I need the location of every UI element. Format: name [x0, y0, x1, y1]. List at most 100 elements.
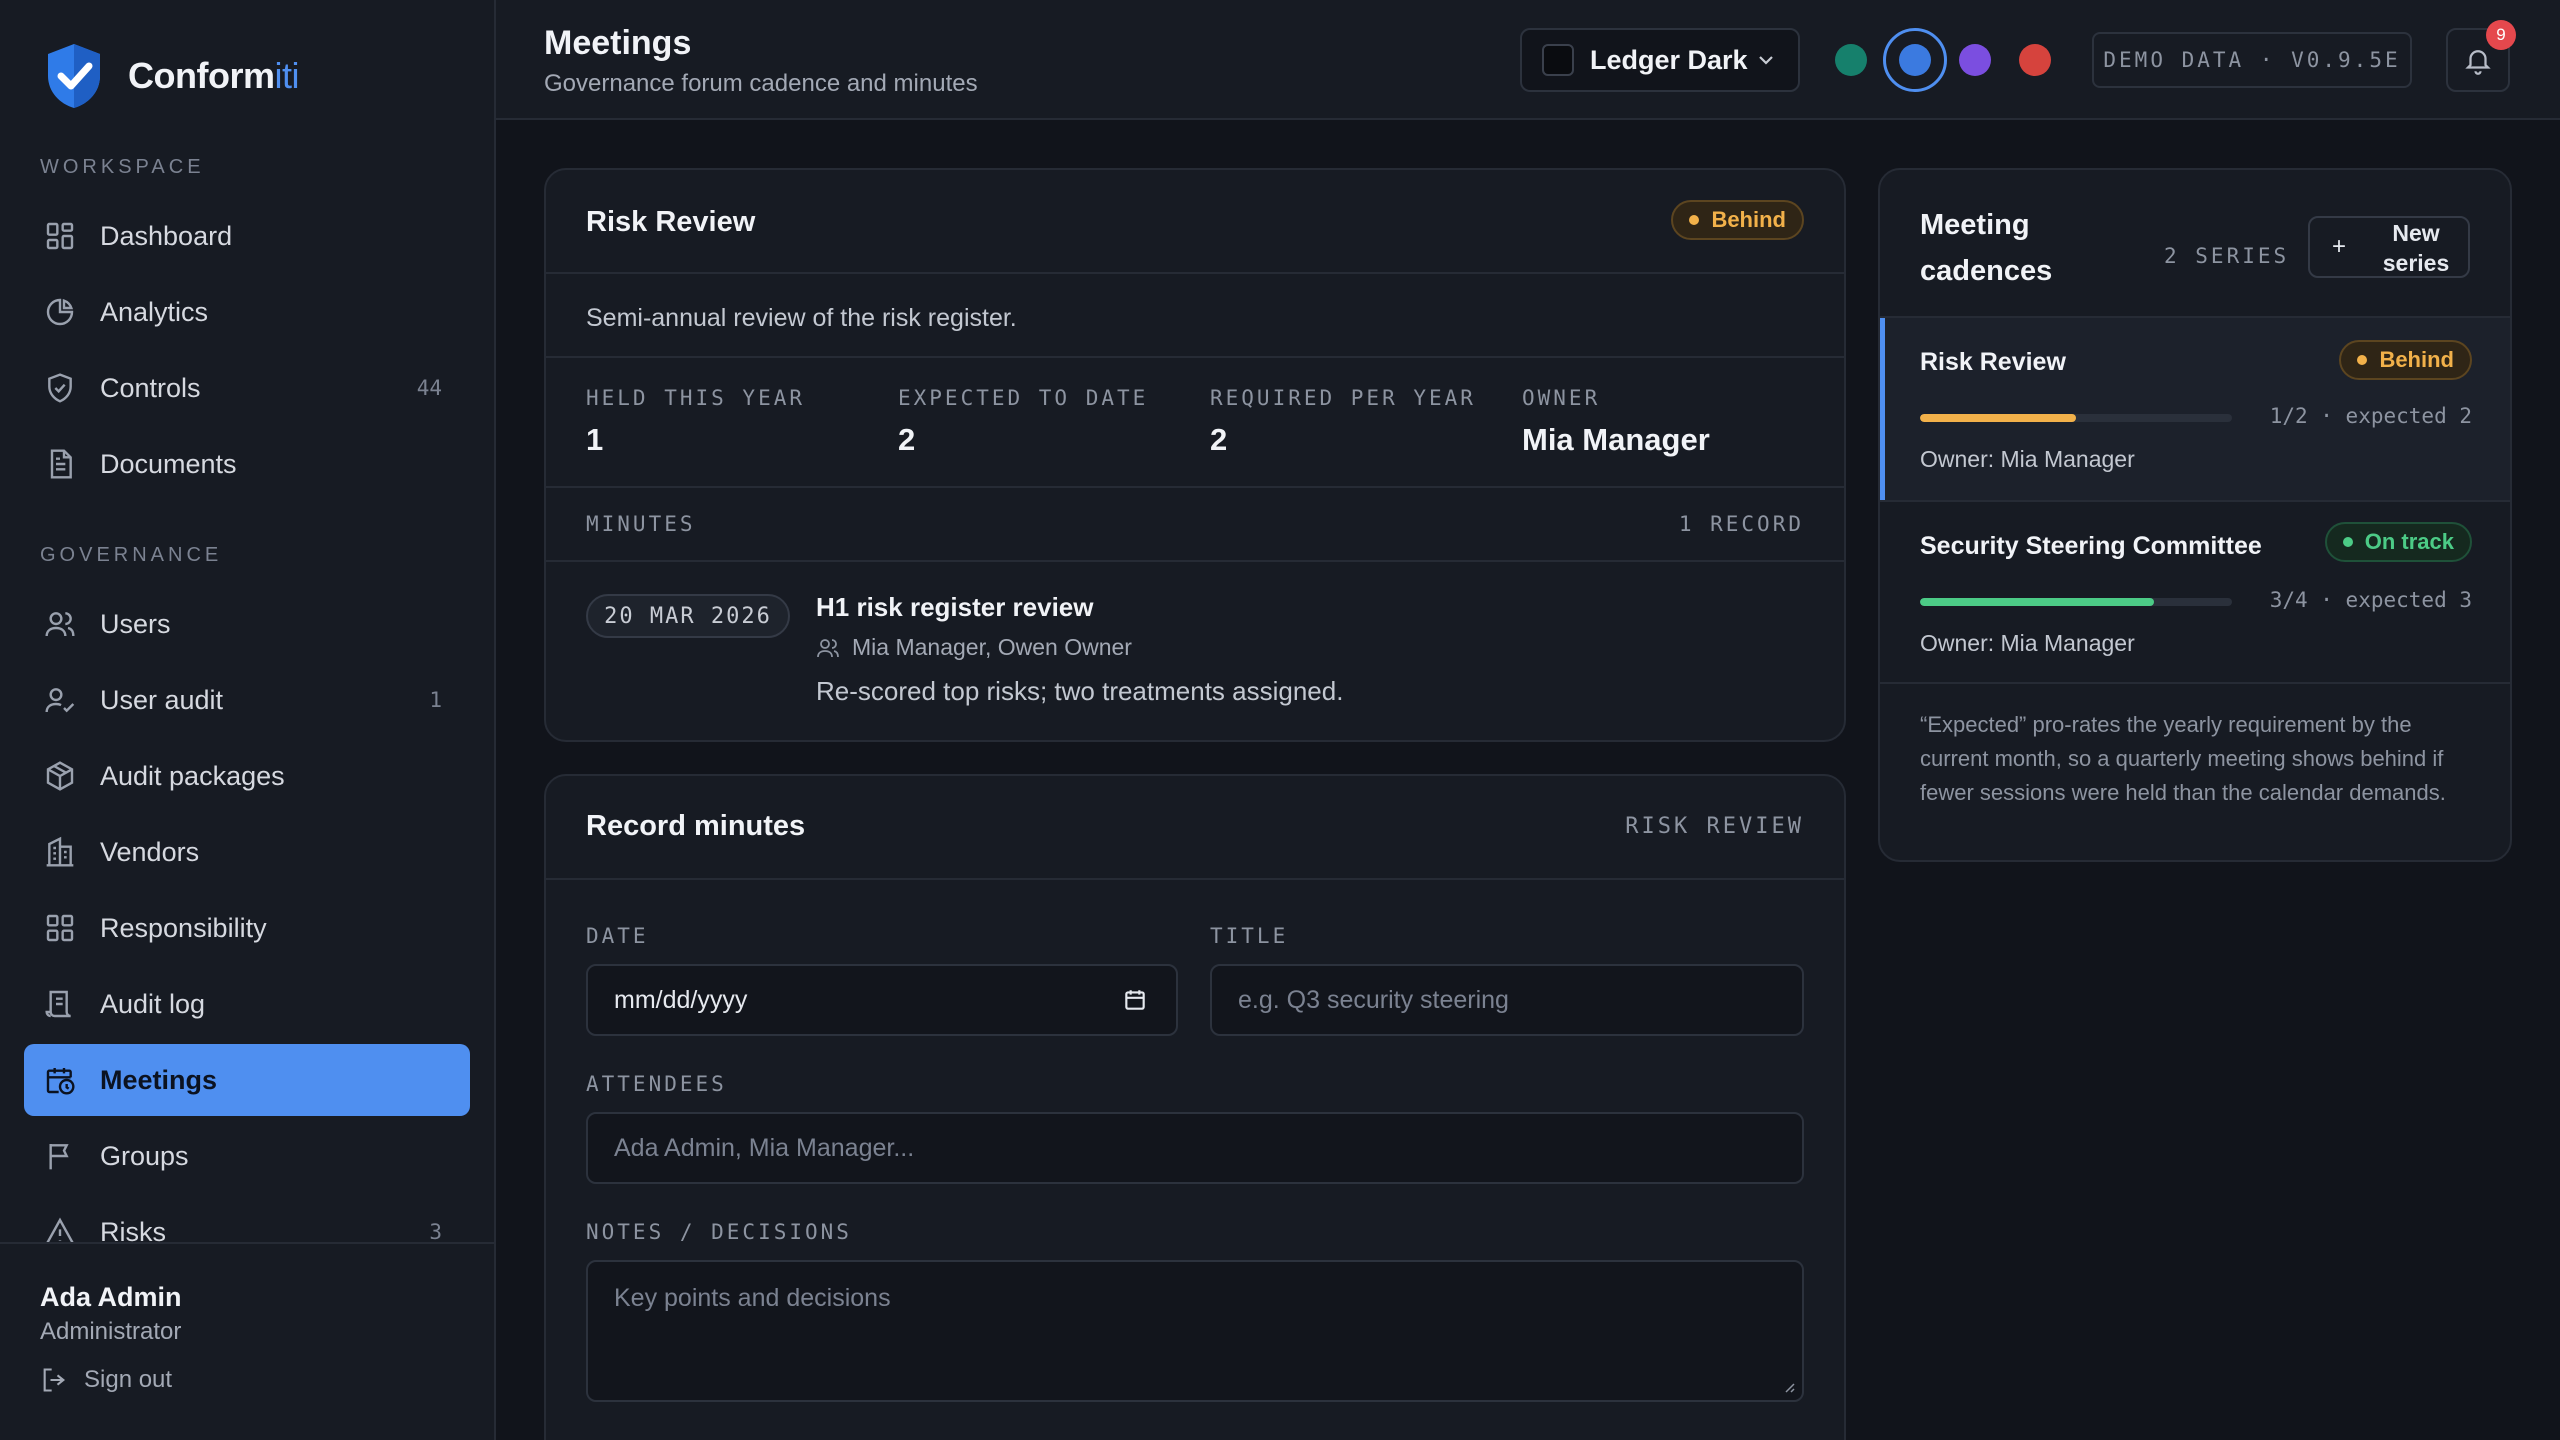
theme-swatch — [1542, 44, 1574, 76]
notifications-button[interactable]: 9 — [2446, 20, 2516, 92]
sidebar-item-user-audit[interactable]: User audit 1 — [24, 664, 470, 736]
divider — [1880, 682, 2510, 684]
resize-handle-icon[interactable] — [1780, 1378, 1796, 1394]
notes-textarea[interactable]: Key points and decisions — [586, 1260, 1804, 1402]
sign-out-icon — [43, 1368, 66, 1392]
users-icon — [817, 638, 839, 657]
new-series-button[interactable]: + New series — [2308, 216, 2470, 278]
user-audit-count-badge: 1 — [429, 688, 442, 712]
sidebar-item-label: Documents — [100, 448, 237, 479]
sidebar-item-vendors[interactable]: Vendors — [24, 816, 470, 888]
stat-owner-value: Mia Manager — [1522, 422, 1710, 457]
minutes-section-label: MINUTES — [586, 512, 696, 536]
title-placeholder: e.g. Q3 security steering — [1238, 985, 1509, 1014]
series-progress-bar — [1920, 598, 2232, 606]
plus-icon: + — [2332, 233, 2347, 260]
sidebar-item-documents[interactable]: Documents — [24, 428, 470, 500]
cadences-title: Meeting cadences — [1920, 209, 2053, 287]
brand-logo[interactable]: Conformiti — [44, 40, 299, 112]
sidebar-item-groups[interactable]: Groups — [24, 1120, 470, 1192]
sidebar-item-audit-packages[interactable]: Audit packages — [24, 740, 470, 812]
sidebar-item-controls[interactable]: Controls 44 — [24, 352, 470, 424]
status-label: Behind — [2379, 347, 2454, 372]
sidebar-item-label: Groups — [100, 1140, 189, 1171]
new-series-label: New series — [2382, 220, 2450, 276]
series-progress-text: 3/4 · expected 3 — [2269, 588, 2472, 612]
status-dot — [2357, 355, 2368, 365]
building-icon — [46, 836, 74, 867]
accent-color-red[interactable] — [2019, 44, 2051, 76]
divider — [546, 486, 1844, 488]
sign-out-label: Sign out — [84, 1366, 173, 1393]
sidebar-item-label: Dashboard — [100, 220, 233, 251]
sidebar: Conformiti WORKSPACE Dashboard Analytics… — [0, 0, 496, 1440]
status-badge: Behind — [2339, 340, 2472, 380]
notes-placeholder: Key points and decisions — [614, 1284, 891, 1312]
sidebar-item-meetings[interactable]: Meetings — [24, 1044, 470, 1116]
accent-color-purple[interactable] — [1959, 44, 1991, 76]
series-name: Security Steering Committee — [1920, 532, 2262, 560]
theme-select[interactable]: Ledger Dark — [1520, 28, 1800, 92]
sidebar-item-audit-log[interactable]: Audit log — [24, 968, 470, 1040]
record-minutes-form: Record minutes RISK REVIEW DATE mm/dd/yy… — [544, 774, 1846, 1440]
date-input-value: mm/dd/yyyy — [614, 985, 748, 1014]
theme-label: Ledger Dark — [1590, 44, 1748, 75]
flag-icon — [49, 1144, 69, 1170]
attendees-placeholder: Ada Admin, Mia Manager... — [614, 1133, 915, 1162]
package-icon — [46, 761, 74, 791]
attendees-label: ATTENDEES — [586, 1072, 727, 1096]
series-progress-fill — [1920, 598, 2154, 606]
sidebar-item-label: Meetings — [100, 1064, 218, 1095]
title-input[interactable]: e.g. Q3 security steering — [1210, 964, 1804, 1036]
divider — [546, 878, 1844, 880]
stat-held-label: HELD THIS YEAR — [586, 386, 806, 410]
shield-check-logo-icon — [48, 44, 100, 108]
series-name: Risk Review — [1920, 348, 2066, 376]
stat-expected-label: EXPECTED TO DATE — [898, 386, 1149, 410]
grid-icon — [46, 222, 74, 250]
series-item-security-steering[interactable]: Security Steering Committee On track 3/4… — [1880, 502, 2510, 684]
cadence-explanation-note: “Expected” pro-rates the yearly requirem… — [1920, 712, 2446, 805]
series-item-risk-review[interactable]: Risk Review Behind 1/2 · expected 2 Owne… — [1880, 318, 2510, 500]
date-input[interactable]: mm/dd/yyyy — [586, 964, 1178, 1036]
sidebar-item-analytics[interactable]: Analytics — [24, 276, 470, 348]
form-title: Record minutes — [586, 810, 806, 842]
sidebar-item-label: Audit log — [100, 988, 206, 1019]
sidebar-item-users[interactable]: Users — [24, 588, 470, 660]
sidebar-item-label: Analytics — [100, 296, 209, 327]
sidebar-item-label: Responsibility — [100, 912, 267, 943]
user-role: Administrator — [40, 1318, 182, 1345]
status-label: Behind — [1711, 207, 1786, 232]
controls-count-badge: 44 — [416, 376, 442, 400]
series-progress-bar — [1920, 414, 2232, 422]
attendees-input[interactable]: Ada Admin, Mia Manager... — [586, 1112, 1804, 1184]
notes-label: NOTES / DECISIONS — [586, 1220, 852, 1244]
top-bar: Meetings Governance forum cadence and mi… — [496, 0, 2560, 120]
minutes-attendees-text: Mia Manager, Owen Owner — [852, 634, 1132, 660]
divider — [546, 356, 1844, 358]
stat-owner-label: OWNER — [1522, 386, 1601, 410]
workspace-section-label: WORKSPACE — [40, 156, 205, 178]
calendar-icon[interactable] — [1122, 987, 1148, 1013]
sidebar-item-label: Users — [100, 608, 171, 639]
meeting-detail-card: Risk Review Behind Semi-annual review of… — [544, 168, 1846, 742]
chevron-down-icon — [1759, 56, 1773, 65]
meeting-cadences-panel: Meeting cadences 2 SERIES + New series R… — [1878, 168, 2512, 862]
sign-out-button[interactable]: Sign out — [40, 1366, 172, 1394]
stat-required-value: 2 — [1210, 422, 1228, 457]
minutes-record-count: 1 RECORD — [1678, 512, 1804, 536]
accent-color-teal[interactable] — [1835, 44, 1867, 76]
sidebar-item-dashboard[interactable]: Dashboard — [24, 200, 470, 272]
minutes-date-chip: 20 MAR 2026 — [586, 594, 790, 638]
divider — [546, 560, 1844, 562]
minutes-notes: Re-scored top risks; two treatments assi… — [816, 676, 1344, 706]
series-progress-text: 1/2 · expected 2 — [2269, 404, 2472, 428]
stat-expected-value: 2 — [898, 422, 916, 457]
governance-section-label: GOVERNANCE — [40, 544, 223, 566]
user-check-icon — [45, 688, 75, 713]
status-label: On track — [2364, 529, 2454, 554]
accent-color-blue[interactable] — [1899, 44, 1931, 76]
file-text-icon — [50, 449, 72, 479]
series-owner: Owner: Mia Manager — [1920, 446, 2135, 472]
sidebar-item-responsibility[interactable]: Responsibility — [24, 892, 470, 964]
